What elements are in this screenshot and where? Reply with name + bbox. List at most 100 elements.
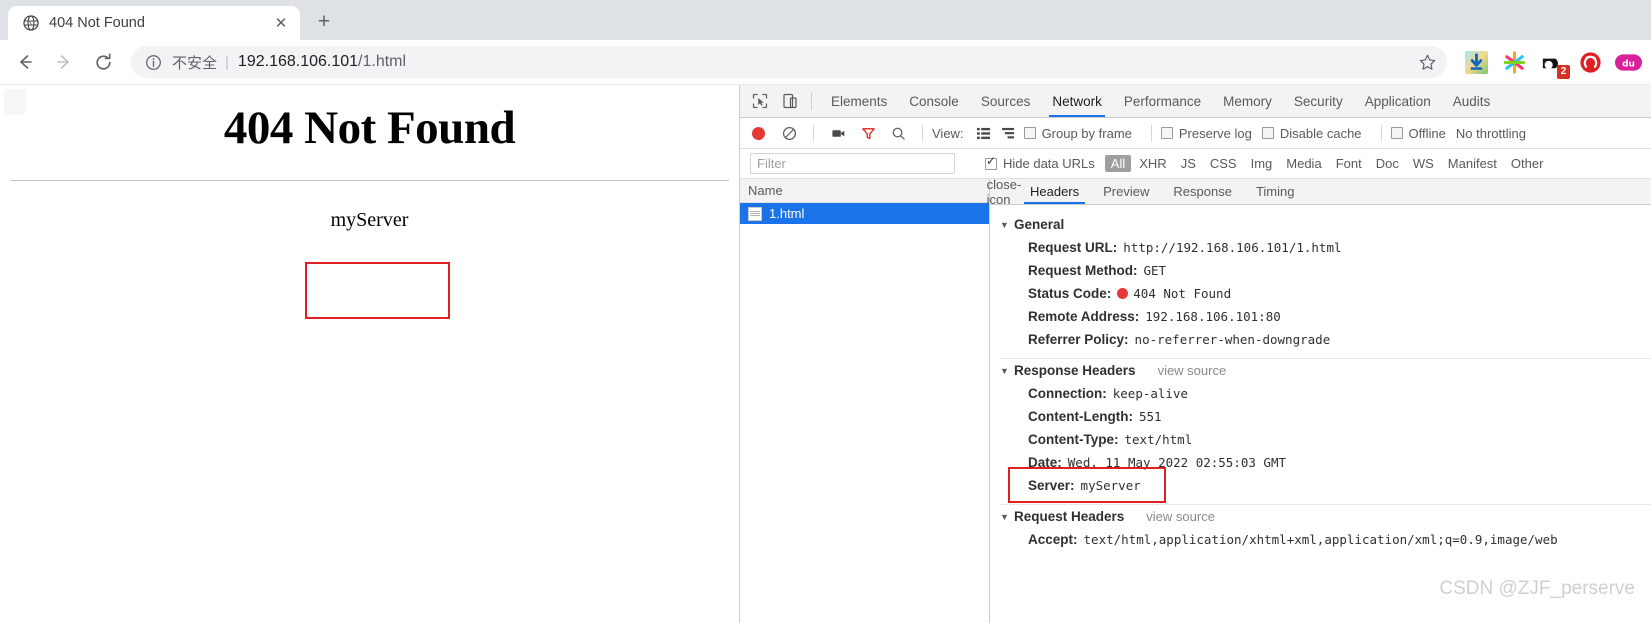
request-detail: close-icon Headers Preview Response Timi… — [987, 177, 1651, 623]
toolbar-divider — [1150, 124, 1152, 142]
header-value: text/html,application/xhtml+xml,applicat… — [1083, 532, 1558, 547]
network-panes: Name 1.html close-icon Headers Preview R… — [740, 177, 1651, 623]
filter-type-img[interactable]: Img — [1245, 155, 1279, 172]
close-icon[interactable]: close-icon — [987, 177, 1022, 207]
filter-input[interactable] — [750, 153, 955, 174]
tab-preview[interactable]: Preview — [1091, 179, 1161, 204]
header-row: Content-Type: text/html — [1000, 428, 1651, 451]
tab-network[interactable]: Network — [1041, 85, 1113, 117]
view-label: View: — [932, 125, 964, 141]
filter-type-css[interactable]: CSS — [1204, 155, 1243, 172]
omnibox-separator: | — [225, 53, 229, 71]
header-row: Referrer Policy: no-referrer-when-downgr… — [1000, 328, 1651, 351]
tab-security[interactable]: Security — [1283, 85, 1354, 117]
toolbar-divider — [922, 124, 923, 142]
tab-response[interactable]: Response — [1161, 179, 1244, 204]
reload-button[interactable] — [86, 45, 120, 79]
header-value: http://192.168.106.101/1.html — [1123, 240, 1342, 255]
header-value: 192.168.106.101:80 — [1145, 309, 1281, 324]
header-value: 404 Not Found — [1133, 286, 1232, 301]
asterisk-extension-icon[interactable] — [1499, 47, 1529, 77]
filter-type-xhr[interactable]: XHR — [1133, 155, 1172, 172]
header-value: myServer — [1080, 478, 1141, 493]
request-list-header: Name — [740, 179, 989, 203]
filter-funnel-icon[interactable] — [855, 121, 881, 145]
header-key: Date: — [1028, 455, 1062, 470]
back-button[interactable] — [8, 45, 42, 79]
hide-data-urls-checkbox[interactable] — [985, 155, 997, 170]
response-headers-section-header[interactable]: ▼ Response Headers view source — [1000, 363, 1651, 378]
tab-audits[interactable]: Audits — [1442, 85, 1502, 117]
header-row: Content-Length: 551 — [1000, 405, 1651, 428]
header-row: Request URL: http://192.168.106.101/1.ht… — [1000, 236, 1651, 259]
filter-type-media[interactable]: Media — [1280, 155, 1327, 172]
close-icon[interactable]: ✕ — [270, 12, 292, 34]
address-bar[interactable]: 不安全 | 192.168.106.101/1.html — [131, 46, 1447, 78]
view-source-link[interactable]: view source — [1146, 509, 1215, 524]
page-server-annotation-box — [305, 262, 450, 319]
url-text: 192.168.106.101/1.html — [238, 53, 1413, 71]
general-title: General — [1014, 217, 1065, 232]
general-section-header[interactable]: ▼ General — [1000, 217, 1651, 232]
toolbar-divider — [813, 124, 814, 142]
forward-button[interactable] — [47, 45, 81, 79]
header-value: 551 — [1138, 409, 1162, 424]
group-by-frame-label: Group by frame — [1041, 125, 1132, 141]
info-circle-icon[interactable] — [145, 54, 163, 71]
baidu-extension-icon[interactable]: du — [1613, 47, 1643, 77]
page-divider — [10, 180, 729, 181]
dark-extension-icon[interactable]: 2 — [1537, 47, 1570, 79]
devtools-panel: Elements Console Sources Network Perform… — [740, 85, 1651, 623]
record-button-icon[interactable] — [752, 126, 765, 140]
toggle-device-toolbar-icon[interactable] — [777, 89, 803, 113]
url-path: /1.html — [358, 53, 407, 70]
header-row: Connection: keep-alive — [1000, 382, 1651, 405]
header-key: Status Code: — [1028, 286, 1112, 301]
hide-data-urls-label: Hide data URLs — [1003, 156, 1095, 171]
header-key: Referrer Policy: — [1028, 332, 1129, 347]
page-corner-widget — [4, 89, 26, 115]
tab-memory[interactable]: Memory — [1212, 85, 1283, 117]
view-source-link[interactable]: view source — [1158, 363, 1227, 378]
filter-type-manifest[interactable]: Manifest — [1442, 155, 1503, 172]
download-extension-icon[interactable] — [1461, 47, 1491, 77]
filter-type-js[interactable]: JS — [1175, 155, 1202, 172]
tab-console[interactable]: Console — [898, 85, 970, 117]
tab-performance[interactable]: Performance — [1113, 85, 1212, 117]
filter-type-ws[interactable]: WS — [1407, 155, 1440, 172]
filter-type-other[interactable]: Other — [1505, 155, 1550, 172]
clear-button-icon[interactable] — [776, 121, 802, 145]
adblock-extension-icon[interactable] — [1575, 47, 1605, 77]
search-icon[interactable] — [885, 121, 911, 145]
tab-elements[interactable]: Elements — [820, 85, 898, 117]
group-by-frame-checkbox[interactable] — [1023, 127, 1036, 139]
camera-icon[interactable] — [825, 121, 851, 145]
toolbar-divider — [811, 92, 812, 110]
new-tab-button[interactable]: + — [309, 7, 339, 37]
star-icon[interactable] — [1413, 48, 1441, 76]
network-filter-bar: Hide data URLs All XHR JS CSS Img Media … — [740, 149, 1651, 179]
tab-sources[interactable]: Sources — [970, 85, 1042, 117]
throttling-select[interactable]: No throttling — [1456, 126, 1526, 141]
filter-type-doc[interactable]: Doc — [1370, 155, 1405, 172]
request-headers-section-header[interactable]: ▼ Request Headers view source — [1000, 509, 1651, 524]
header-key: Request Method: — [1028, 263, 1138, 278]
response-headers-title: Response Headers — [1014, 363, 1136, 378]
filter-type-font[interactable]: Font — [1330, 155, 1368, 172]
inspect-element-icon[interactable] — [747, 89, 773, 113]
table-row[interactable]: 1.html — [740, 203, 989, 224]
filter-type-all[interactable]: All — [1104, 155, 1132, 172]
headers-content: ▼ General Request URL: http://192.168.10… — [990, 205, 1651, 623]
preserve-log-checkbox[interactable] — [1160, 127, 1173, 139]
network-toolbar: View: Group by frame Preserve log Disabl… — [740, 118, 1651, 149]
disable-cache-checkbox[interactable] — [1261, 127, 1274, 139]
header-value: Wed, 11 May 2022 02:55:03 GMT — [1067, 455, 1287, 470]
tab-headers[interactable]: Headers — [1018, 179, 1091, 204]
waterfall-view-icon[interactable] — [999, 124, 1019, 142]
tab-application[interactable]: Application — [1354, 85, 1442, 117]
browser-tab[interactable]: 404 Not Found ✕ — [8, 6, 300, 40]
list-view-icon[interactable] — [974, 124, 994, 142]
header-value: no-referrer-when-downgrade — [1134, 332, 1331, 347]
tab-timing[interactable]: Timing — [1244, 179, 1307, 204]
offline-checkbox[interactable] — [1390, 127, 1403, 139]
